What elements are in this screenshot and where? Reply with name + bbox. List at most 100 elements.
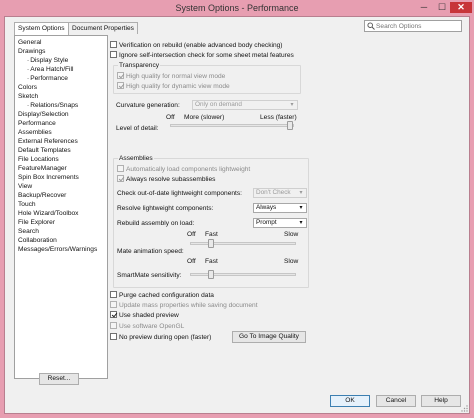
smartmate-slider-thumb[interactable] — [208, 270, 215, 279]
mate-slow-label: Slow — [284, 231, 299, 238]
tree-item-external-references[interactable]: External References — [18, 137, 78, 146]
reset-button[interactable]: Reset... — [39, 373, 79, 385]
tree-item-display-style[interactable]: -Display Style — [27, 56, 68, 65]
search-box[interactable] — [364, 20, 462, 32]
auto-load-option[interactable]: Automatically load components lightweigh… — [117, 165, 250, 174]
rebuild-on-load-select[interactable]: Prompt ▾ — [253, 218, 307, 228]
shaded-preview-option[interactable]: Use shaded preview — [110, 311, 179, 320]
resolve-lightweight-select[interactable]: Always ▾ — [253, 203, 307, 213]
no-preview-option[interactable]: No preview during open (faster) — [110, 333, 211, 342]
ignore-self-intersection-checkbox[interactable] — [110, 51, 117, 58]
mate-slider-thumb[interactable] — [208, 239, 215, 248]
tree-item-label: Display Style — [30, 57, 69, 64]
purge-cache-label: Purge cached configuration data — [119, 292, 214, 299]
update-mass-checkbox[interactable] — [110, 301, 117, 308]
tree-item-assemblies[interactable]: Assemblies — [18, 128, 52, 137]
tree-item-file-locations[interactable]: File Locations — [18, 155, 59, 164]
tab-document-properties[interactable]: Document Properties — [68, 22, 138, 34]
tree-item-touch[interactable]: Touch — [18, 200, 36, 209]
software-opengl-checkbox[interactable] — [110, 322, 117, 329]
update-mass-label: Update mass properties while saving docu… — [119, 302, 258, 309]
tree-item-spin-box-increments[interactable]: Spin Box Increments — [18, 173, 79, 182]
check-out-of-date-label: Check out-of-date lightweight components… — [117, 190, 242, 197]
tree-item-area-hatch-fill[interactable]: -Area Hatch/Fill — [27, 65, 73, 74]
options-tree[interactable]: General Drawings -Display Style -Area Ha… — [14, 35, 108, 379]
purge-cache-checkbox[interactable] — [110, 291, 117, 298]
no-preview-checkbox[interactable] — [110, 333, 117, 340]
search-icon — [367, 22, 375, 30]
verify-rebuild-checkbox[interactable] — [110, 41, 117, 48]
check-out-of-date-select[interactable]: Don't Check ▾ — [253, 188, 307, 198]
smartmate-slow-label: Slow — [284, 258, 299, 265]
curvature-select[interactable]: Only on demand ▾ — [192, 100, 298, 110]
close-button[interactable]: ✕ — [450, 2, 472, 13]
title-bar[interactable]: System Options - Performance ─ ☐ ✕ — [0, 0, 474, 16]
tree-item-colors[interactable]: Colors — [18, 83, 37, 92]
options-window: System Options - Performance ─ ☐ ✕ Syste… — [0, 0, 474, 418]
mate-fast-label: Fast — [205, 231, 218, 238]
smartmate-off-label: Off — [187, 258, 196, 265]
search-input[interactable] — [376, 21, 460, 31]
tree-connector: - — [27, 102, 30, 109]
resolve-lightweight-label: Resolve lightweight components: — [117, 205, 214, 212]
auto-load-checkbox[interactable] — [117, 165, 124, 172]
transparency-normal-option[interactable]: High quality for normal view mode — [117, 72, 225, 81]
lod-slider-track[interactable] — [170, 124, 294, 127]
tree-item-sketch[interactable]: Sketch — [18, 92, 38, 101]
tree-item-performance[interactable]: Performance — [18, 119, 56, 128]
auto-load-label: Automatically load components lightweigh… — [126, 166, 251, 173]
minimize-button[interactable]: ─ — [416, 2, 432, 13]
verify-rebuild-option[interactable]: Verification on rebuild (enable advanced… — [110, 41, 283, 50]
tree-item-general[interactable]: General — [18, 38, 41, 47]
tree-item-label: Area Hatch/Fill — [30, 66, 74, 73]
tree-item-drawings[interactable]: Drawings — [18, 47, 45, 56]
tab-system-options[interactable]: System Options — [14, 22, 69, 35]
resize-grip-icon[interactable] — [460, 404, 468, 412]
ignore-self-intersection-label: Ignore self-intersection check for some … — [119, 52, 294, 59]
chevron-down-icon: ▾ — [299, 205, 303, 211]
transparency-dynamic-checkbox[interactable] — [117, 82, 124, 89]
cancel-button[interactable]: Cancel — [376, 395, 416, 407]
purge-cache-option[interactable]: Purge cached configuration data — [110, 291, 214, 300]
maximize-button[interactable]: ☐ — [434, 2, 450, 13]
mate-slider-track[interactable] — [190, 242, 296, 245]
transparency-group-label: Transparency — [118, 61, 161, 70]
tree-item-display-selection[interactable]: Display/Selection — [18, 110, 69, 119]
ok-button[interactable]: OK — [330, 395, 370, 407]
tree-item-hole-wizard-toolbox[interactable]: Hole Wizard/Toolbox — [18, 209, 78, 218]
tree-item-search[interactable]: Search — [18, 227, 39, 236]
transparency-dynamic-option[interactable]: High quality for dynamic view mode — [117, 82, 230, 91]
resolve-lightweight-value: Always — [256, 204, 277, 211]
update-mass-option[interactable]: Update mass properties while saving docu… — [110, 301, 258, 310]
shaded-preview-checkbox[interactable] — [110, 311, 117, 318]
curvature-label: Curvature generation: — [116, 102, 180, 109]
tree-item-collaboration[interactable]: Collaboration — [18, 236, 57, 245]
transparency-normal-checkbox[interactable] — [117, 72, 124, 79]
tree-item-backup-recover[interactable]: Backup/Recover — [18, 191, 66, 200]
tree-item-featuremanager[interactable]: FeatureManager — [18, 164, 67, 173]
tree-item-view[interactable]: View — [18, 182, 32, 191]
assemblies-group-label: Assemblies — [118, 154, 154, 163]
tree-item-relations-snaps[interactable]: -Relations/Snaps — [27, 101, 78, 110]
transparency-dynamic-label: High quality for dynamic view mode — [126, 83, 230, 90]
transparency-normal-label: High quality for normal view mode — [126, 73, 226, 80]
go-to-image-quality-button[interactable]: Go To Image Quality — [232, 331, 306, 343]
help-button[interactable]: Help — [421, 395, 461, 407]
lod-slider-thumb[interactable] — [287, 121, 294, 130]
smartmate-slider-track[interactable] — [190, 273, 296, 276]
rebuild-on-load-label: Rebuild assembly on load: — [117, 220, 195, 227]
tree-item-drawings-performance[interactable]: -Performance — [27, 74, 68, 83]
assemblies-group: Assemblies Automatically load components… — [113, 154, 309, 288]
always-resolve-checkbox[interactable] — [117, 175, 124, 182]
check-out-of-date-value: Don't Check — [256, 189, 291, 196]
tree-connector: - — [27, 66, 30, 73]
tree-connector: - — [27, 75, 30, 82]
tree-item-default-templates[interactable]: Default Templates — [18, 146, 71, 155]
lod-off-label: Off — [166, 114, 175, 121]
always-resolve-option[interactable]: Always resolve subassemblies — [117, 175, 215, 184]
tree-item-messages-errors-warnings[interactable]: Messages/Errors/Warnings — [18, 245, 97, 254]
tree-item-file-explorer[interactable]: File Explorer — [18, 218, 55, 227]
tree-connector: - — [27, 57, 30, 64]
software-opengl-option[interactable]: Use software OpenGL — [110, 322, 184, 331]
ignore-self-intersection-option[interactable]: Ignore self-intersection check for some … — [110, 51, 294, 60]
